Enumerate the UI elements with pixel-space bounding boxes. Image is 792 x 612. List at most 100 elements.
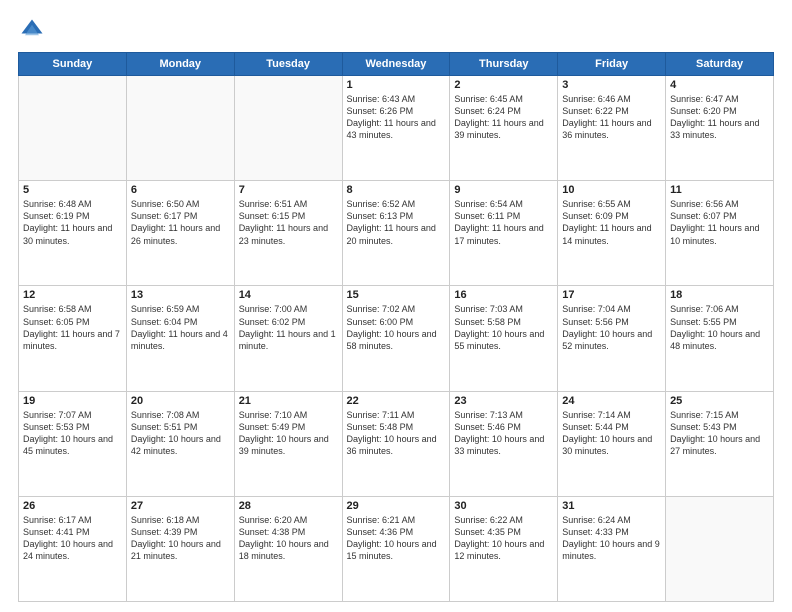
day-number: 30	[454, 500, 553, 512]
calendar-week-row: 12 Sunrise: 6:58 AM Sunset: 6:05 PM Dayli…	[19, 286, 774, 391]
page: SundayMondayTuesdayWednesdayThursdayFrid…	[0, 0, 792, 612]
calendar-cell: 26 Sunrise: 6:17 AM Sunset: 4:41 PM Dayli…	[19, 496, 127, 601]
calendar-cell: 16 Sunrise: 7:03 AM Sunset: 5:58 PM Dayli…	[450, 286, 558, 391]
calendar-cell: 8 Sunrise: 6:52 AM Sunset: 6:13 PM Daylig…	[342, 181, 450, 286]
calendar-cell: 15 Sunrise: 7:02 AM Sunset: 6:00 PM Dayli…	[342, 286, 450, 391]
day-info: Sunrise: 7:06 AM Sunset: 5:55 PM Dayligh…	[670, 303, 769, 352]
day-number: 1	[347, 79, 446, 91]
day-info: Sunrise: 6:51 AM Sunset: 6:15 PM Dayligh…	[239, 198, 338, 247]
calendar-cell: 28 Sunrise: 6:20 AM Sunset: 4:38 PM Dayli…	[234, 496, 342, 601]
day-number: 31	[562, 500, 661, 512]
day-info: Sunrise: 6:43 AM Sunset: 6:26 PM Dayligh…	[347, 93, 446, 142]
day-info: Sunrise: 6:59 AM Sunset: 6:04 PM Dayligh…	[131, 303, 230, 352]
day-info: Sunrise: 6:58 AM Sunset: 6:05 PM Dayligh…	[23, 303, 122, 352]
calendar-cell	[234, 76, 342, 181]
day-info: Sunrise: 6:55 AM Sunset: 6:09 PM Dayligh…	[562, 198, 661, 247]
calendar-cell: 9 Sunrise: 6:54 AM Sunset: 6:11 PM Daylig…	[450, 181, 558, 286]
weekday-header-saturday: Saturday	[666, 53, 774, 76]
day-info: Sunrise: 7:08 AM Sunset: 5:51 PM Dayligh…	[131, 409, 230, 458]
calendar-week-row: 5Sunrise: 6:48 AM Sunset: 6:19 PM Daylig…	[19, 181, 774, 286]
day-number: 14	[239, 289, 338, 301]
day-info: Sunrise: 6:17 AM Sunset: 4:41 PM Dayligh…	[23, 514, 122, 563]
calendar-cell: 23 Sunrise: 7:13 AM Sunset: 5:46 PM Dayli…	[450, 391, 558, 496]
calendar-cell: 31 Sunrise: 6:24 AM Sunset: 4:33 PM Dayli…	[558, 496, 666, 601]
weekday-header-friday: Friday	[558, 53, 666, 76]
header	[18, 16, 774, 44]
calendar-cell: 20 Sunrise: 7:08 AM Sunset: 5:51 PM Dayli…	[126, 391, 234, 496]
day-info: Sunrise: 6:56 AM Sunset: 6:07 PM Dayligh…	[670, 198, 769, 247]
day-number: 26	[23, 500, 122, 512]
day-number: 25	[670, 395, 769, 407]
day-info: Sunrise: 6:47 AM Sunset: 6:20 PM Dayligh…	[670, 93, 769, 142]
day-number: 13	[131, 289, 230, 301]
day-number: 18	[670, 289, 769, 301]
day-info: Sunrise: 6:48 AM Sunset: 6:19 PM Dayligh…	[23, 198, 122, 247]
day-number: 12	[23, 289, 122, 301]
calendar-week-row: 26 Sunrise: 6:17 AM Sunset: 4:41 PM Dayli…	[19, 496, 774, 601]
day-info: Sunrise: 7:04 AM Sunset: 5:56 PM Dayligh…	[562, 303, 661, 352]
calendar-cell: 25Sunrise: 7:15 AM Sunset: 5:43 PM Dayli…	[666, 391, 774, 496]
day-number: 23	[454, 395, 553, 407]
calendar-cell: 10 Sunrise: 6:55 AM Sunset: 6:09 PM Dayli…	[558, 181, 666, 286]
day-number: 16	[454, 289, 553, 301]
day-number: 29	[347, 500, 446, 512]
day-info: Sunrise: 7:07 AM Sunset: 5:53 PM Dayligh…	[23, 409, 122, 458]
day-info: Sunrise: 7:11 AM Sunset: 5:48 PM Dayligh…	[347, 409, 446, 458]
day-number: 10	[562, 184, 661, 196]
calendar-week-row: 19Sunrise: 7:07 AM Sunset: 5:53 PM Dayli…	[19, 391, 774, 496]
logo-icon	[18, 16, 46, 44]
day-number: 20	[131, 395, 230, 407]
calendar-cell: 22Sunrise: 7:11 AM Sunset: 5:48 PM Dayli…	[342, 391, 450, 496]
day-info: Sunrise: 6:52 AM Sunset: 6:13 PM Dayligh…	[347, 198, 446, 247]
weekday-header-tuesday: Tuesday	[234, 53, 342, 76]
day-info: Sunrise: 6:21 AM Sunset: 4:36 PM Dayligh…	[347, 514, 446, 563]
day-info: Sunrise: 7:03 AM Sunset: 5:58 PM Dayligh…	[454, 303, 553, 352]
day-info: Sunrise: 6:20 AM Sunset: 4:38 PM Dayligh…	[239, 514, 338, 563]
calendar-cell: 1 Sunrise: 6:43 AM Sunset: 6:26 PM Daylig…	[342, 76, 450, 181]
day-info: Sunrise: 6:46 AM Sunset: 6:22 PM Dayligh…	[562, 93, 661, 142]
calendar-cell: 13 Sunrise: 6:59 AM Sunset: 6:04 PM Dayli…	[126, 286, 234, 391]
day-info: Sunrise: 7:02 AM Sunset: 6:00 PM Dayligh…	[347, 303, 446, 352]
day-number: 21	[239, 395, 338, 407]
day-number: 9	[454, 184, 553, 196]
calendar-cell: 19Sunrise: 7:07 AM Sunset: 5:53 PM Dayli…	[19, 391, 127, 496]
day-info: Sunrise: 7:00 AM Sunset: 6:02 PM Dayligh…	[239, 303, 338, 352]
day-number: 7	[239, 184, 338, 196]
calendar-cell: 3Sunrise: 6:46 AM Sunset: 6:22 PM Daylig…	[558, 76, 666, 181]
calendar-cell: 6 Sunrise: 6:50 AM Sunset: 6:17 PM Daylig…	[126, 181, 234, 286]
calendar-cell: 5Sunrise: 6:48 AM Sunset: 6:19 PM Daylig…	[19, 181, 127, 286]
calendar-cell: 2Sunrise: 6:45 AM Sunset: 6:24 PM Daylig…	[450, 76, 558, 181]
weekday-header-monday: Monday	[126, 53, 234, 76]
day-info: Sunrise: 6:24 AM Sunset: 4:33 PM Dayligh…	[562, 514, 661, 563]
day-number: 8	[347, 184, 446, 196]
calendar-cell: 21 Sunrise: 7:10 AM Sunset: 5:49 PM Dayli…	[234, 391, 342, 496]
day-number: 4	[670, 79, 769, 91]
day-number: 24	[562, 395, 661, 407]
calendar-cell: 30Sunrise: 6:22 AM Sunset: 4:35 PM Dayli…	[450, 496, 558, 601]
calendar-cell: 17Sunrise: 7:04 AM Sunset: 5:56 PM Dayli…	[558, 286, 666, 391]
calendar-cell: 18 Sunrise: 7:06 AM Sunset: 5:55 PM Dayli…	[666, 286, 774, 391]
logo	[18, 16, 50, 44]
day-info: Sunrise: 7:13 AM Sunset: 5:46 PM Dayligh…	[454, 409, 553, 458]
calendar-cell: 24Sunrise: 7:14 AM Sunset: 5:44 PM Dayli…	[558, 391, 666, 496]
day-info: Sunrise: 6:54 AM Sunset: 6:11 PM Dayligh…	[454, 198, 553, 247]
day-number: 27	[131, 500, 230, 512]
calendar-cell: 4 Sunrise: 6:47 AM Sunset: 6:20 PM Daylig…	[666, 76, 774, 181]
day-info: Sunrise: 6:18 AM Sunset: 4:39 PM Dayligh…	[131, 514, 230, 563]
calendar-week-row: 1 Sunrise: 6:43 AM Sunset: 6:26 PM Daylig…	[19, 76, 774, 181]
calendar-cell	[126, 76, 234, 181]
weekday-header-wednesday: Wednesday	[342, 53, 450, 76]
day-number: 28	[239, 500, 338, 512]
calendar-cell: 27 Sunrise: 6:18 AM Sunset: 4:39 PM Dayli…	[126, 496, 234, 601]
calendar-cell: 29 Sunrise: 6:21 AM Sunset: 4:36 PM Dayli…	[342, 496, 450, 601]
day-info: Sunrise: 6:50 AM Sunset: 6:17 PM Dayligh…	[131, 198, 230, 247]
day-number: 11	[670, 184, 769, 196]
calendar-cell: 7 Sunrise: 6:51 AM Sunset: 6:15 PM Daylig…	[234, 181, 342, 286]
calendar-cell: 12 Sunrise: 6:58 AM Sunset: 6:05 PM Dayli…	[19, 286, 127, 391]
calendar-cell: 11 Sunrise: 6:56 AM Sunset: 6:07 PM Dayli…	[666, 181, 774, 286]
day-number: 6	[131, 184, 230, 196]
day-number: 15	[347, 289, 446, 301]
day-info: Sunrise: 7:10 AM Sunset: 5:49 PM Dayligh…	[239, 409, 338, 458]
weekday-header-row: SundayMondayTuesdayWednesdayThursdayFrid…	[19, 53, 774, 76]
day-info: Sunrise: 6:45 AM Sunset: 6:24 PM Dayligh…	[454, 93, 553, 142]
